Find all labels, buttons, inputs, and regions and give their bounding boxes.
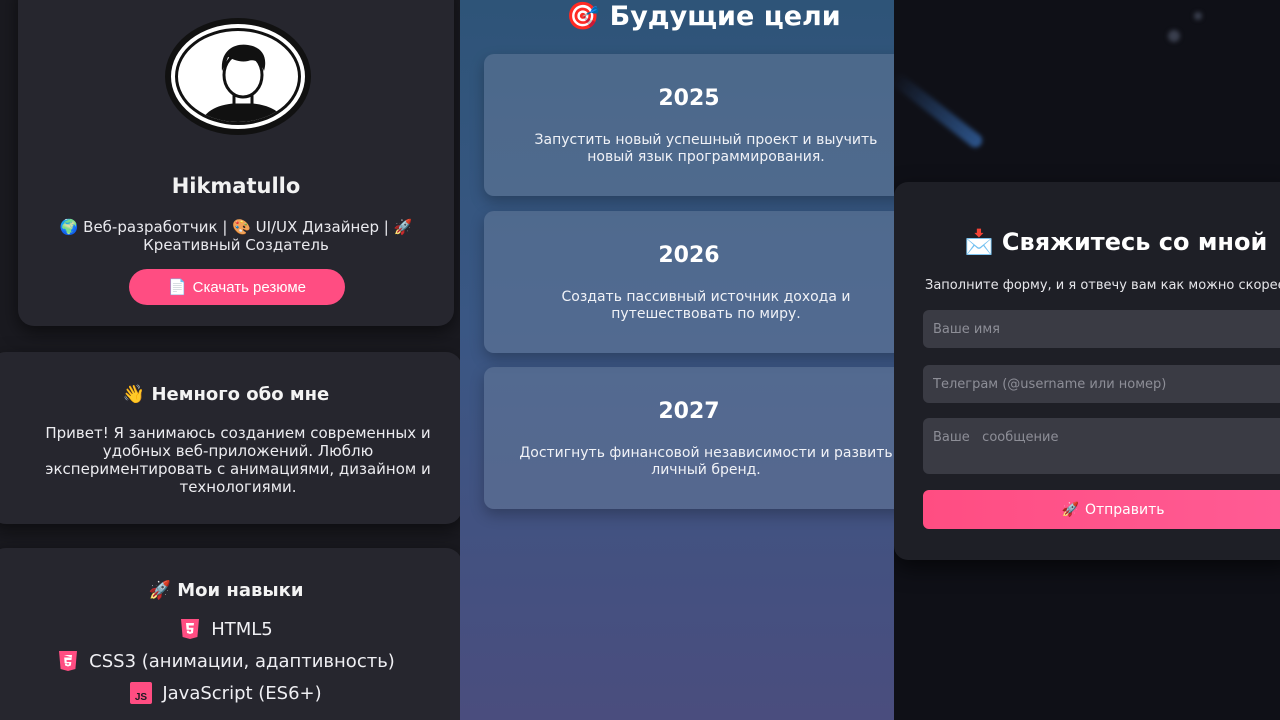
skills-title-text: Мои навыки <box>177 580 304 601</box>
goal-card: 2027 Достигнуть финансовой независимости… <box>484 367 894 509</box>
about-text: Привет! Я занимаюсь созданием современны… <box>45 424 431 496</box>
target-icon: 🎯 <box>566 1 600 32</box>
download-resume-button[interactable]: 📄 Скачать резюме <box>129 269 345 305</box>
envelope-icon: 📩 <box>964 228 994 256</box>
profile-card: Hikmatullo 🌍 Веб-разработчик | 🎨 UI/UX Д… <box>18 0 454 326</box>
goal-card: 2026 Создать пассивный источник дохода и… <box>484 211 894 353</box>
rocket-icon: 🚀 <box>148 580 171 601</box>
middle-panel: 🎯 Будущие цели 2025 Запустить новый успе… <box>460 0 894 720</box>
name-input[interactable] <box>923 310 1280 348</box>
contact-title: 📩 Свяжитесь со мной <box>964 228 1267 256</box>
skill-item: JS JavaScript (ES6+) <box>0 682 460 704</box>
background-decoration <box>1168 30 1180 42</box>
send-label: Отправить <box>1084 501 1165 518</box>
skills-card: 🚀 Мои навыки HTML5 CSS3 (анимации, адапт… <box>0 548 460 720</box>
goal-text: Создать пассивный источник дохода и путе… <box>561 289 851 322</box>
download-resume-label: Скачать резюме <box>192 278 307 296</box>
avatar <box>165 18 311 135</box>
document-icon: 📄 <box>167 279 187 296</box>
rocket-icon: 🚀 <box>1061 501 1079 518</box>
about-title-text: Немного обо мне <box>151 384 330 405</box>
goals-title-text: Будущие цели <box>609 0 841 32</box>
html5-icon <box>179 618 201 640</box>
js-icon: JS <box>130 682 153 704</box>
skill-label: HTML5 <box>211 618 273 640</box>
contact-title-text: Свяжитесь со мной <box>1001 228 1268 256</box>
page: Hikmatullo 🌍 Веб-разработчик | 🎨 UI/UX Д… <box>0 0 1280 720</box>
background-decoration <box>894 71 985 151</box>
skills-title: 🚀 Мои навыки <box>0 580 460 601</box>
goal-year: 2025 <box>658 86 720 111</box>
about-card: 👋 Немного обо мне Привет! Я занимаюсь со… <box>0 352 460 524</box>
right-panel: 📩 Свяжитесь со мной Заполните форму, и я… <box>894 0 1280 720</box>
send-button[interactable]: 🚀 Отправить <box>923 490 1280 529</box>
skill-label: JavaScript (ES6+) <box>162 682 322 704</box>
about-title: 👋 Немного обо мне <box>0 384 460 405</box>
telegram-input[interactable] <box>923 365 1280 403</box>
background-decoration <box>1194 12 1202 20</box>
profile-name: Hikmatullo <box>171 174 301 198</box>
goals-title: 🎯 Будущие цели <box>566 0 841 33</box>
wave-icon: 👋 <box>122 384 146 405</box>
contact-card: 📩 Свяжитесь со мной Заполните форму, и я… <box>894 182 1280 560</box>
skill-item: CSS3 (анимации, адаптивность) <box>0 650 460 672</box>
svg-text:JS: JS <box>135 692 148 703</box>
goal-card: 2025 Запустить новый успешный проект и в… <box>484 54 894 196</box>
goal-year: 2027 <box>658 399 720 424</box>
left-panel: Hikmatullo 🌍 Веб-разработчик | 🎨 UI/UX Д… <box>0 0 460 720</box>
skill-item: HTML5 <box>0 618 460 640</box>
profile-role: 🌍 Веб-разработчик | 🎨 UI/UX Дизайнер | 🚀… <box>59 218 413 254</box>
avatar-frame <box>175 28 301 125</box>
message-input[interactable] <box>923 418 1280 474</box>
contact-subtitle: Заполните форму, и я отвечу вам как можн… <box>925 278 1280 293</box>
goal-text: Достигнуть финансовой независимости и ра… <box>519 445 893 478</box>
goal-text: Запустить новый успешный проект и выучит… <box>534 132 878 165</box>
user-icon <box>201 44 285 122</box>
goal-year: 2026 <box>658 243 720 268</box>
css3-icon <box>57 650 79 672</box>
skill-label: CSS3 (анимации, адаптивность) <box>89 650 395 672</box>
